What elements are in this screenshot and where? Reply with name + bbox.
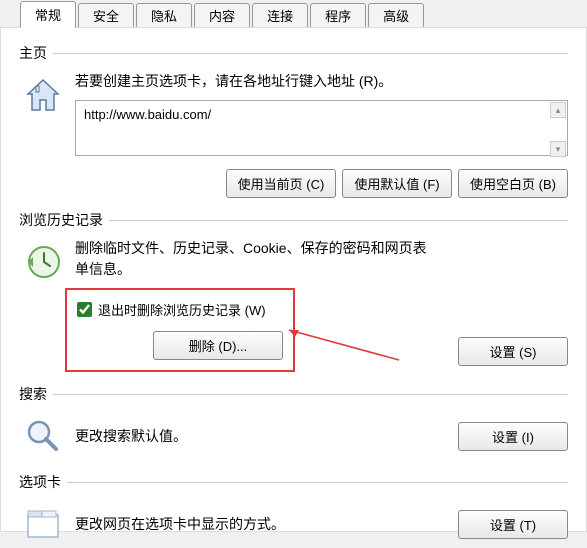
tab-connections[interactable]: 连接 — [252, 3, 308, 27]
magnifier-icon — [19, 412, 67, 460]
use-default-button[interactable]: 使用默认值 (F) — [342, 169, 452, 198]
tab-strip: 常规 安全 隐私 内容 连接 程序 高级 — [0, 0, 587, 28]
tabs-group: 选项卡 更改网页在选项卡中显示的方式。 设置 (T) — [19, 472, 568, 548]
history-settings-button[interactable]: 设置 (S) — [458, 337, 568, 366]
search-group-label: 搜索 — [19, 384, 53, 404]
scroll-up-icon[interactable]: ▴ — [550, 102, 566, 118]
history-description: 删除临时文件、历史记录、Cookie、保存的密码和网页表单信息。 — [75, 238, 430, 280]
search-settings-button[interactable]: 设置 (I) — [458, 422, 568, 451]
tabs-settings-button[interactable]: 设置 (T) — [458, 510, 568, 539]
history-clock-icon — [19, 238, 67, 286]
history-group: 浏览历史记录 删除临时文件、历史记录、Cookie、保存的密码和网页表单信息。 … — [19, 210, 568, 372]
delete-on-exit-checkbox[interactable] — [77, 302, 92, 317]
tab-content-panel: 主页 若要创建主页选项卡，请在各地址行键入地址 (R)。 ▴ ▾ 使用当前页 (… — [0, 28, 587, 532]
homepage-group-label: 主页 — [19, 43, 53, 63]
delete-button[interactable]: 删除 (D)... — [153, 331, 283, 360]
tab-programs[interactable]: 程序 — [310, 3, 366, 27]
scroll-down-icon[interactable]: ▾ — [550, 141, 566, 157]
search-description: 更改搜索默认值。 — [75, 426, 430, 447]
tab-general[interactable]: 常规 — [20, 1, 76, 28]
use-blank-button[interactable]: 使用空白页 (B) — [458, 169, 568, 198]
homepage-group: 主页 若要创建主页选项卡，请在各地址行键入地址 (R)。 ▴ ▾ 使用当前页 (… — [19, 43, 568, 198]
use-current-button[interactable]: 使用当前页 (C) — [226, 169, 336, 198]
tab-advanced[interactable]: 高级 — [368, 3, 424, 27]
search-group: 搜索 更改搜索默认值。 设置 (I) — [19, 384, 568, 460]
annotation-highlight-box: 退出时删除浏览历史记录 (W) 删除 (D)... — [65, 288, 295, 372]
tabs-description: 更改网页在选项卡中显示的方式。 — [75, 514, 430, 535]
homepage-url-input[interactable] — [75, 100, 568, 156]
history-group-label: 浏览历史记录 — [19, 210, 109, 230]
delete-on-exit-label: 退出时删除浏览历史记录 (W) — [98, 300, 266, 319]
home-icon — [19, 71, 67, 119]
tabs-group-label: 选项卡 — [19, 472, 67, 492]
tab-privacy[interactable]: 隐私 — [136, 3, 192, 27]
tabs-icon — [19, 500, 67, 548]
homepage-instruction: 若要创建主页选项卡，请在各地址行键入地址 (R)。 — [75, 71, 568, 92]
tab-security[interactable]: 安全 — [78, 3, 134, 27]
tab-content[interactable]: 内容 — [194, 3, 250, 27]
